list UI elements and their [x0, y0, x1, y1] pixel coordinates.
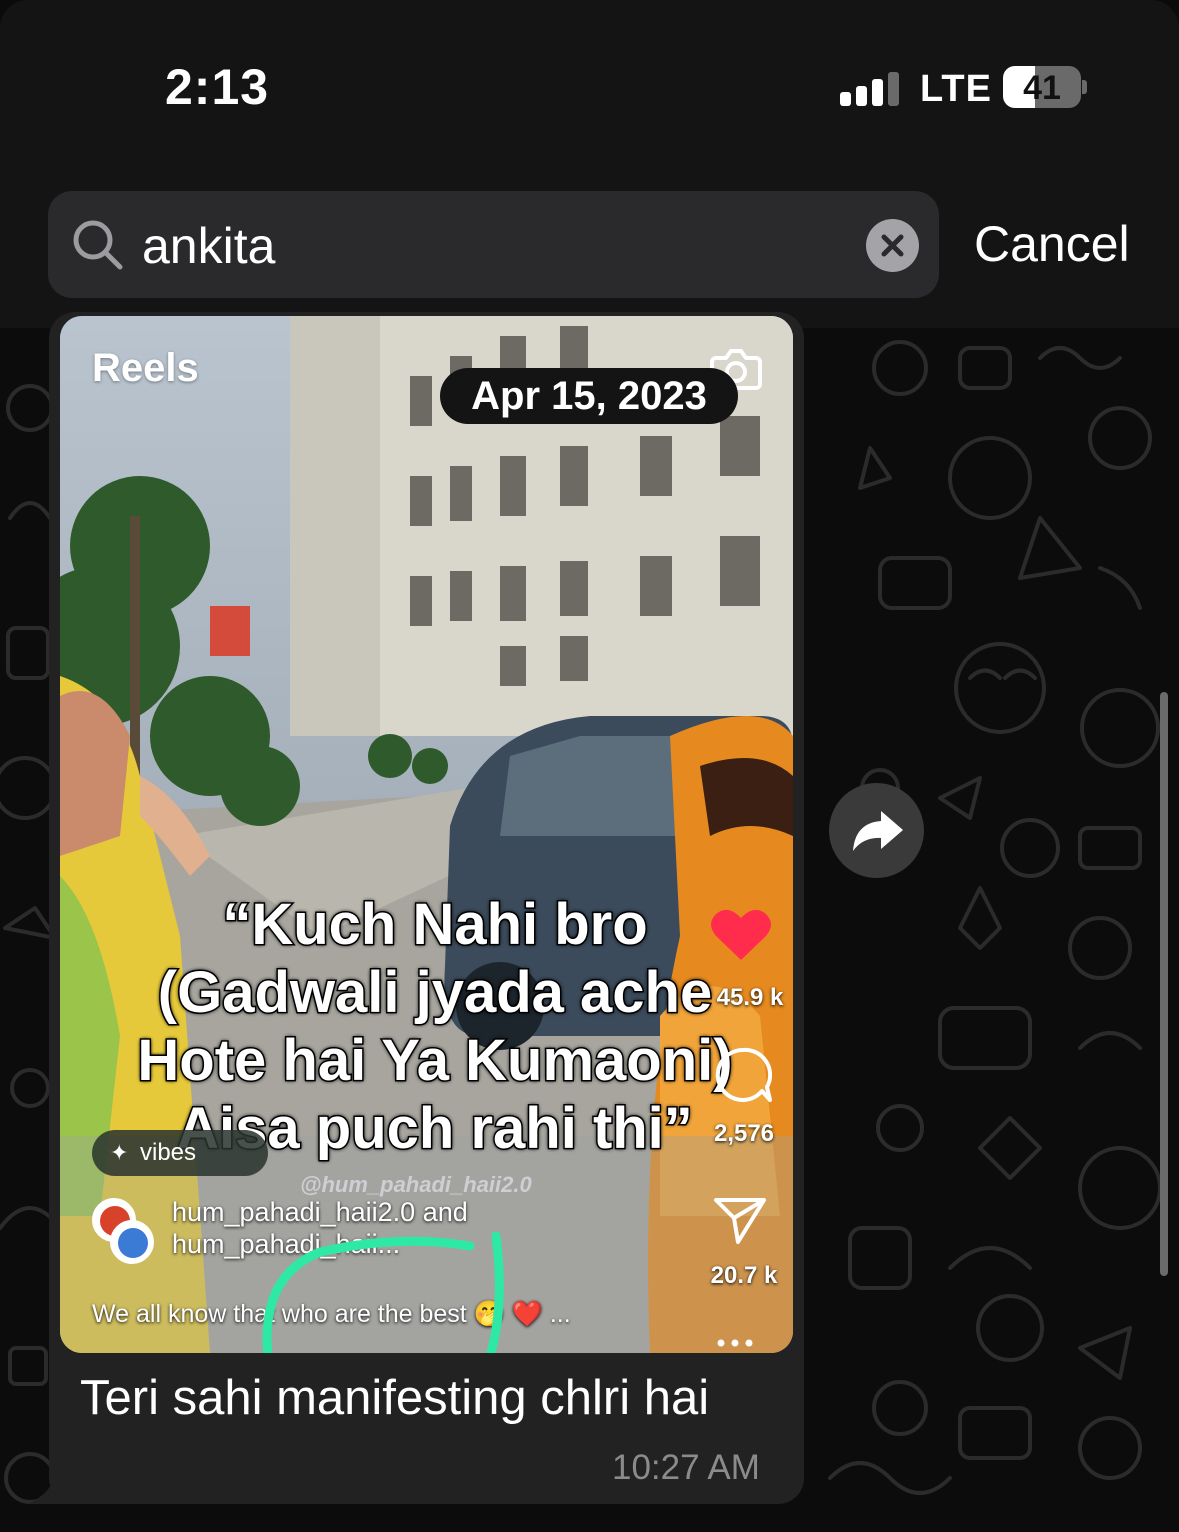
clear-icon	[881, 234, 904, 257]
share-count: 20.7 k	[710, 1262, 778, 1289]
audio-label: vibes	[140, 1139, 197, 1166]
caption-line: Hote hai Ya Kumaoni)	[136, 1027, 734, 1095]
forward-icon	[853, 811, 903, 851]
signal-icon	[840, 70, 900, 106]
header: 2:13 LTE 41 Cancel	[0, 0, 1179, 328]
forward-button[interactable]	[829, 783, 924, 878]
chat-search-screen: 2:13 LTE 41 Cancel	[0, 0, 1179, 1532]
reel-caption: “Kuch Nahi bro (Gadwali jyada ache Hote …	[115, 891, 755, 1163]
reel-watermark: @hum_pahadi_haii2.0	[300, 1172, 532, 1197]
status-time: 2:13	[165, 59, 270, 115]
network-type: LTE	[920, 68, 992, 110]
reel-preview[interactable]: Reels Apr 15, 2023 “Kuch Nahi bro (Gadwa…	[60, 316, 793, 1353]
send-icon[interactable]	[712, 1196, 768, 1246]
search-input[interactable]	[142, 214, 842, 278]
like-count: 45.9 k	[716, 984, 784, 1011]
search-icon	[73, 220, 123, 270]
scribble-annotation	[262, 1231, 504, 1353]
reels-label: Reels	[92, 346, 199, 390]
heart-icon[interactable]	[710, 906, 772, 962]
more-icon[interactable]	[715, 1336, 755, 1350]
caption-line: (Gadwali jyada ache	[156, 959, 713, 1027]
caption-line: “Kuch Nahi bro	[221, 891, 649, 959]
comment-count: 2,576	[713, 1120, 775, 1147]
battery-icon: 41	[1003, 66, 1081, 108]
message-time: 10:27 AM	[612, 1448, 760, 1487]
clear-search-button[interactable]	[866, 219, 919, 272]
date-separator: Apr 15, 2023	[440, 368, 738, 424]
scrollbar[interactable]	[1160, 692, 1168, 1276]
comment-icon[interactable]	[714, 1046, 772, 1104]
sparkle-icon: ✦	[110, 1140, 129, 1165]
battery-percent: 41	[1023, 69, 1061, 107]
battery-tip	[1082, 80, 1087, 94]
message-text: Teri sahi manifesting chlri hai	[80, 1371, 710, 1425]
avatar	[110, 1220, 154, 1264]
cancel-button[interactable]: Cancel	[974, 215, 1130, 273]
audio-chip[interactable]: ✦ vibes	[92, 1130, 268, 1176]
